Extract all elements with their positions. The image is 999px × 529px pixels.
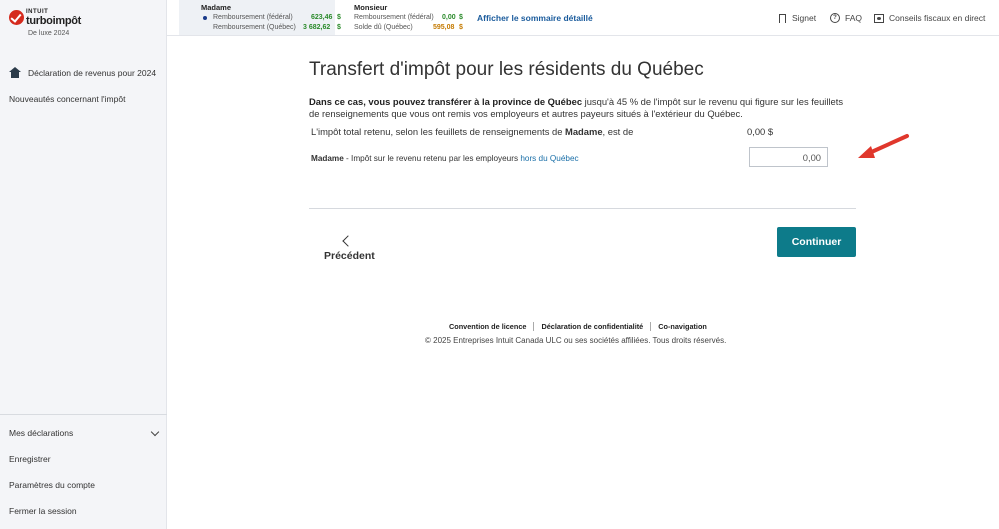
sidebar-divider	[0, 414, 167, 415]
sidebar-item-my-returns[interactable]: Mes déclarations	[9, 428, 73, 438]
help-icon: ?	[830, 13, 840, 23]
bookmark-label: Signet	[792, 13, 817, 23]
monsieur-federal-amount: 0,00	[442, 14, 456, 21]
back-label: Précédent	[324, 250, 375, 262]
madame-federal-amount: 623,46	[311, 14, 333, 21]
madame-quebec-label: Remboursement (Québec)	[213, 24, 296, 31]
logo-product-text: turboimpôt	[26, 15, 82, 27]
page-title: Transfert d'impôt pour les résidents du …	[309, 59, 704, 80]
bookmark-button[interactable]: Signet	[779, 13, 816, 23]
continue-button[interactable]: Continuer	[777, 227, 856, 257]
monsieur-quebec-currency: $	[459, 24, 463, 31]
edition-label: De luxe 2024	[28, 30, 70, 37]
sidebar-item-label: Déclaration de revenus pour 2024	[28, 67, 157, 78]
monsieur-quebec-label: Solde dû (Québec)	[354, 24, 413, 31]
expert-icon	[874, 13, 884, 23]
outside-quebec-link[interactable]: hors du Québec	[520, 154, 578, 163]
sidebar: INTUIT turboimpôt De luxe 2024 Déclarati…	[0, 0, 167, 529]
madame-summary[interactable]: Madame Remboursement (fédéral) 623,46 $ …	[179, 0, 341, 35]
checkmark-logo-icon	[9, 10, 24, 25]
live-tax-advice-button[interactable]: Conseils fiscaux en direct	[874, 13, 985, 23]
content-divider	[309, 208, 856, 209]
home-icon	[9, 67, 21, 78]
red-arrow-annotation-icon	[858, 134, 909, 158]
chevron-down-icon[interactable]	[150, 427, 160, 437]
top-bar: Madame Remboursement (fédéral) 623,46 $ …	[167, 0, 999, 36]
copyright-text: © 2025 Entreprises Intuit Canada ULC ou …	[425, 336, 727, 345]
monsieur-federal-label: Remboursement (fédéral)	[354, 14, 434, 21]
outside-quebec-tax-input[interactable]	[749, 147, 828, 167]
intro-bold: Dans ce cas, vous pouvez transférer à la…	[309, 96, 583, 107]
madame-name: Madame	[201, 3, 232, 12]
bookmark-icon	[779, 13, 786, 23]
monsieur-name: Monsieur	[354, 3, 388, 12]
detailed-summary-link[interactable]: Afficher le sommaire détaillé	[477, 13, 593, 23]
monsieur-quebec-amount: 595,08	[433, 24, 455, 31]
sidebar-item-logout[interactable]: Fermer la session	[9, 506, 77, 516]
total-tax-value: 0,00 $	[747, 126, 774, 137]
faq-label: FAQ	[845, 13, 863, 23]
privacy-statement-link[interactable]: Déclaration de confidentialité	[533, 322, 650, 331]
active-indicator-icon	[203, 16, 207, 20]
faq-button[interactable]: ? FAQ	[830, 13, 862, 23]
intro-text: Dans ce cas, vous pouvez transférer à la…	[309, 96, 854, 120]
sidebar-item-news[interactable]: Nouveautés concernant l'impôt	[9, 94, 125, 104]
madame-quebec-currency: $	[337, 24, 341, 31]
sidebar-item-label: Nouveautés concernant l'impôt	[9, 94, 126, 104]
total-tax-label: L'impôt total retenu, selon les feuillet…	[311, 126, 634, 137]
live-tax-advice-label: Conseils fiscaux en direct	[889, 13, 986, 23]
madame-federal-label: Remboursement (fédéral)	[213, 14, 293, 21]
madame-federal-currency: $	[337, 14, 341, 21]
footer-links: Convention de licence Déclaration de con…	[449, 322, 714, 331]
monsieur-federal-currency: $	[459, 14, 463, 21]
madame-quebec-amount: 3 682,62	[303, 24, 331, 31]
outside-quebec-tax-label: Madame - Impôt sur le revenu retenu par …	[311, 154, 579, 163]
sidebar-item-account-settings[interactable]: Paramètres du compte	[9, 480, 95, 490]
co-navigation-link[interactable]: Co-navigation	[650, 322, 714, 331]
chevron-left-icon	[342, 235, 354, 247]
license-agreement-link[interactable]: Convention de licence	[449, 322, 533, 331]
sidebar-item-save[interactable]: Enregistrer	[9, 454, 51, 464]
sidebar-item-declaration[interactable]: Déclaration de revenus pour 2024	[9, 67, 156, 78]
